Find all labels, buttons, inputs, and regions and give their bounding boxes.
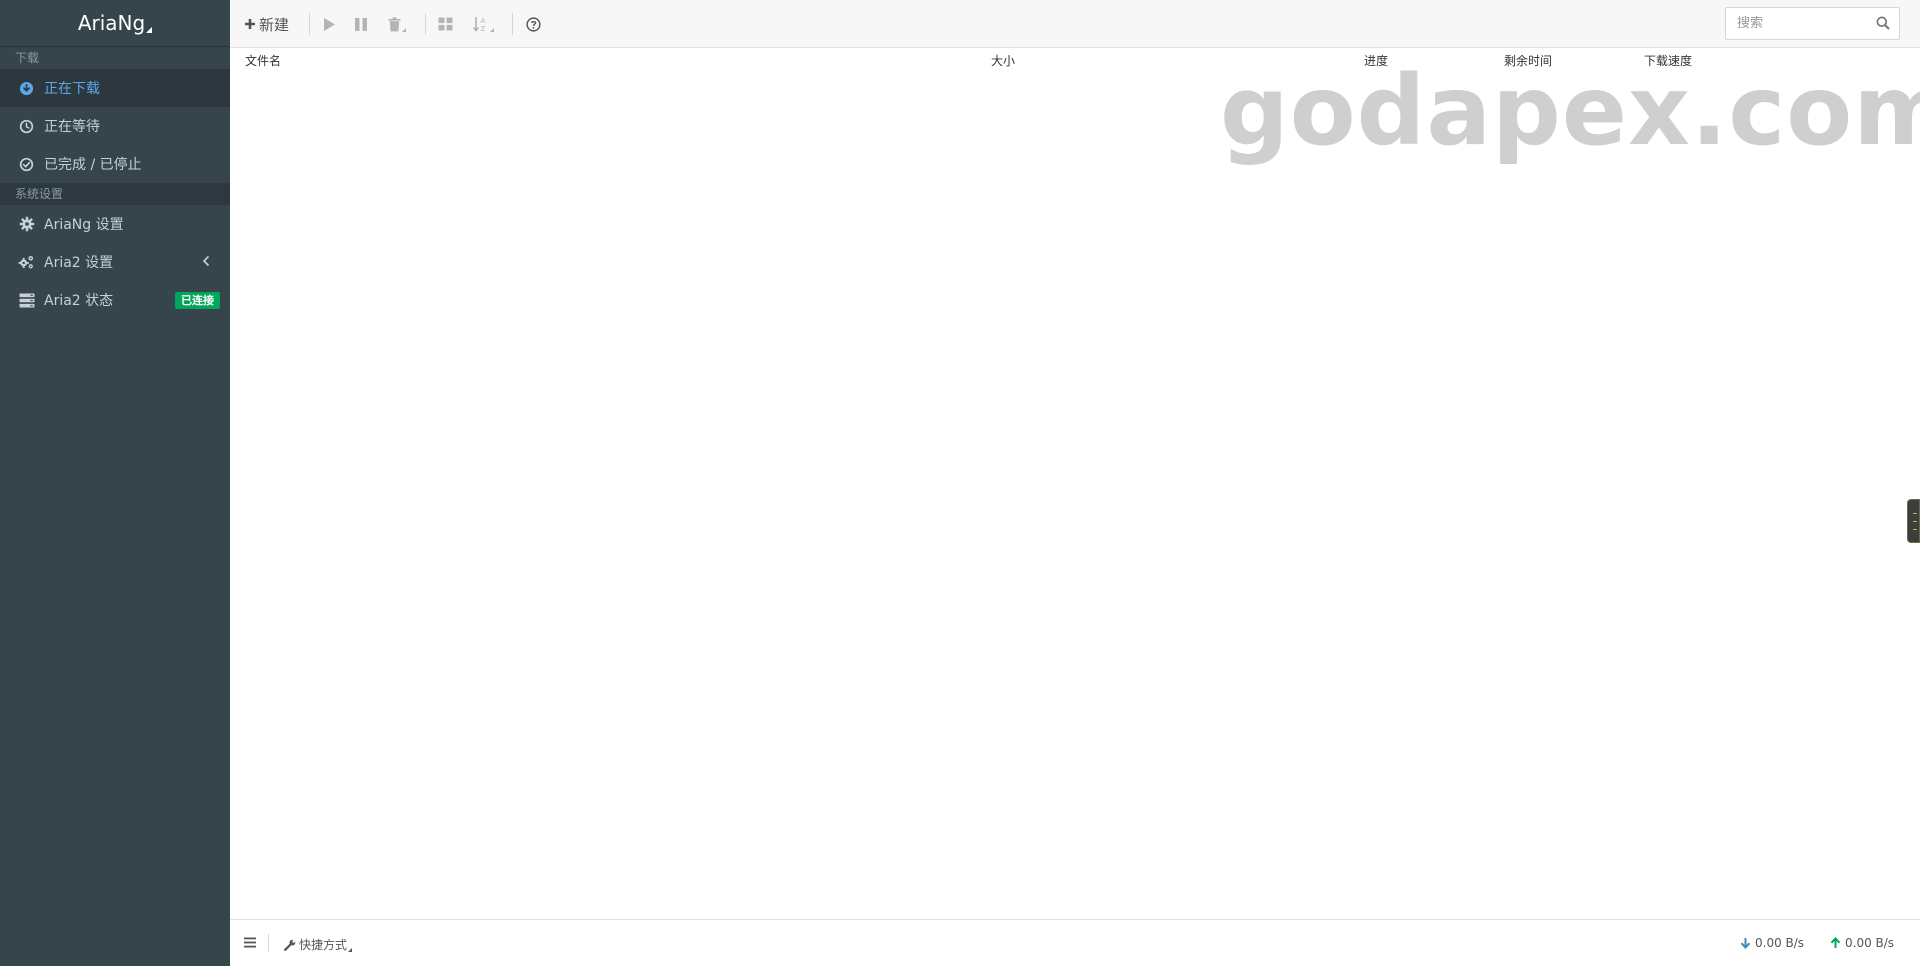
gear-icon	[18, 216, 35, 233]
sort-dropdown-button[interactable]: A Z	[473, 12, 494, 36]
sidebar-item-waiting[interactable]: 正在等待	[0, 107, 230, 145]
task-list: 文件名 大小 进度 剩余时间 下载速度 godapex.com	[230, 49, 1920, 919]
footer-divider	[268, 934, 269, 952]
sidebar-item-label: 正在下载	[44, 81, 100, 97]
sidebar-item-label: Aria2 设置	[44, 255, 114, 271]
sidebar-item-label: Aria2 状态	[44, 293, 114, 309]
handle-line	[1913, 529, 1917, 530]
select-all-button[interactable]	[438, 12, 453, 36]
sidebar-item-stopped[interactable]: 已完成 / 已停止	[0, 145, 230, 183]
gears-icon	[18, 254, 35, 271]
upload-speed-value: 0.00 B/s	[1845, 936, 1895, 950]
sidebar-item-label: 正在等待	[44, 119, 100, 135]
wrench-icon	[284, 939, 296, 951]
grid-icon	[438, 17, 453, 31]
toolbar: 新建 A Z 搜索	[230, 0, 1920, 48]
pause-button[interactable]	[354, 12, 368, 36]
dropdown-caret-icon	[490, 28, 494, 32]
pause-icon	[354, 17, 368, 32]
menu-toggle-button[interactable]	[244, 937, 256, 948]
column-header-filename[interactable]: 文件名	[245, 52, 281, 69]
search-icon[interactable]	[1876, 16, 1890, 34]
watermark: godapex.com	[1220, 55, 1920, 167]
chevron-left-icon	[202, 255, 210, 271]
download-speed-indicator: 0.00 B/s	[1740, 936, 1804, 950]
toolbar-divider	[512, 13, 513, 35]
sidebar: AriaNg 下载 正在下载 正在等待 已完成 / 已停止 系统设置 AriaN…	[0, 0, 230, 966]
start-button[interactable]	[322, 12, 336, 36]
hamburger-icon	[244, 937, 256, 948]
toolbar-divider	[309, 13, 310, 35]
handle-line	[1913, 521, 1917, 522]
sort-icon: A Z	[473, 16, 489, 32]
arrow-down-icon	[1740, 937, 1751, 949]
footer: 快捷方式 0.00 B/s 0.00 B/s	[230, 919, 1920, 966]
svg-text:Z: Z	[481, 25, 486, 32]
new-task-label: 新建	[259, 15, 290, 34]
question-circle-icon	[526, 16, 541, 32]
trash-icon	[388, 16, 401, 32]
dropdown-caret-icon	[402, 28, 406, 32]
sidebar-item-label: AriaNg 设置	[44, 217, 124, 233]
download-circle-icon	[18, 80, 35, 97]
arrow-up-icon	[1830, 937, 1841, 949]
upload-speed-indicator: 0.00 B/s	[1830, 936, 1894, 950]
brand-title[interactable]: AriaNg	[0, 0, 230, 47]
dropdown-caret-icon	[348, 947, 353, 952]
brand-dropdown-caret-icon	[146, 27, 153, 33]
delete-dropdown-button[interactable]	[388, 12, 406, 36]
sidebar-item-aria2-status[interactable]: Aria2 状态 已连接	[0, 281, 230, 319]
shortcut-dropdown-button[interactable]: 快捷方式	[284, 936, 353, 953]
check-circle-icon	[18, 156, 35, 173]
help-button[interactable]	[526, 12, 541, 36]
play-icon	[322, 17, 336, 32]
handle-line	[1913, 513, 1917, 514]
new-task-button[interactable]: 新建	[244, 12, 289, 36]
status-badge: 已连接	[175, 292, 220, 309]
side-drawer-handle[interactable]	[1907, 499, 1920, 543]
shortcut-label: 快捷方式	[299, 938, 348, 952]
clock-icon	[18, 118, 35, 135]
server-icon	[18, 292, 35, 309]
section-header-download: 下载	[15, 51, 40, 65]
sidebar-item-label: 已完成 / 已停止	[44, 157, 142, 173]
column-header-size[interactable]: 大小	[991, 52, 1015, 69]
search-box	[1725, 7, 1900, 40]
search-input[interactable]	[1726, 8, 1866, 39]
brand-label: AriaNg	[77, 11, 146, 35]
sidebar-item-downloading[interactable]: 正在下载	[0, 69, 230, 107]
section-header-settings: 系统设置	[0, 183, 230, 205]
sidebar-item-ariang-settings[interactable]: AriaNg 设置	[0, 205, 230, 243]
toolbar-divider	[425, 13, 426, 35]
svg-text:A: A	[481, 17, 486, 25]
download-speed-value: 0.00 B/s	[1755, 936, 1805, 950]
plus-icon	[244, 18, 256, 30]
sidebar-item-aria2-settings[interactable]: Aria2 设置	[0, 243, 230, 281]
